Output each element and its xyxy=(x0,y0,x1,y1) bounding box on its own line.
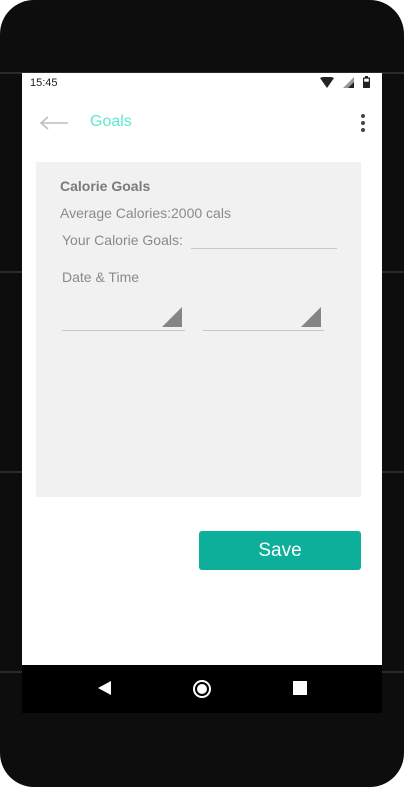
battery-icon xyxy=(363,75,370,93)
device-frame: 15:45 Goals Calorie Goals Average Calori… xyxy=(0,0,404,787)
nav-recents-icon[interactable] xyxy=(293,681,307,695)
page-title: Goals xyxy=(90,113,132,130)
nav-home-icon[interactable] xyxy=(192,679,212,699)
signal-icon xyxy=(343,75,354,93)
date-spinner[interactable] xyxy=(62,302,185,331)
card-title: Calorie Goals xyxy=(60,178,151,194)
app-screen: 15:45 Goals Calorie Goals Average Calori… xyxy=(22,73,382,665)
save-button[interactable]: Save xyxy=(199,531,361,570)
status-bar: 15:45 xyxy=(22,73,382,95)
system-nav-bar xyxy=(22,665,382,713)
wifi-icon xyxy=(320,75,334,93)
average-calories-text: Average Calories:2000 cals xyxy=(60,205,231,221)
calorie-goal-input[interactable] xyxy=(191,228,337,249)
status-icons xyxy=(320,75,370,93)
status-time: 15:45 xyxy=(30,77,58,89)
dropdown-arrow-icon xyxy=(162,307,182,327)
nav-back-icon[interactable] xyxy=(98,681,111,695)
app-bar: Goals xyxy=(22,95,382,151)
dropdown-arrow-icon xyxy=(301,307,321,327)
calorie-goal-label: Your Calorie Goals: xyxy=(62,232,183,248)
arrow-left-icon[interactable] xyxy=(39,115,69,131)
more-vert-icon[interactable] xyxy=(358,113,368,133)
date-time-label: Date & Time xyxy=(62,269,140,285)
time-spinner[interactable] xyxy=(203,302,324,331)
calorie-goals-card: Calorie Goals Average Calories:2000 cals… xyxy=(36,162,361,497)
